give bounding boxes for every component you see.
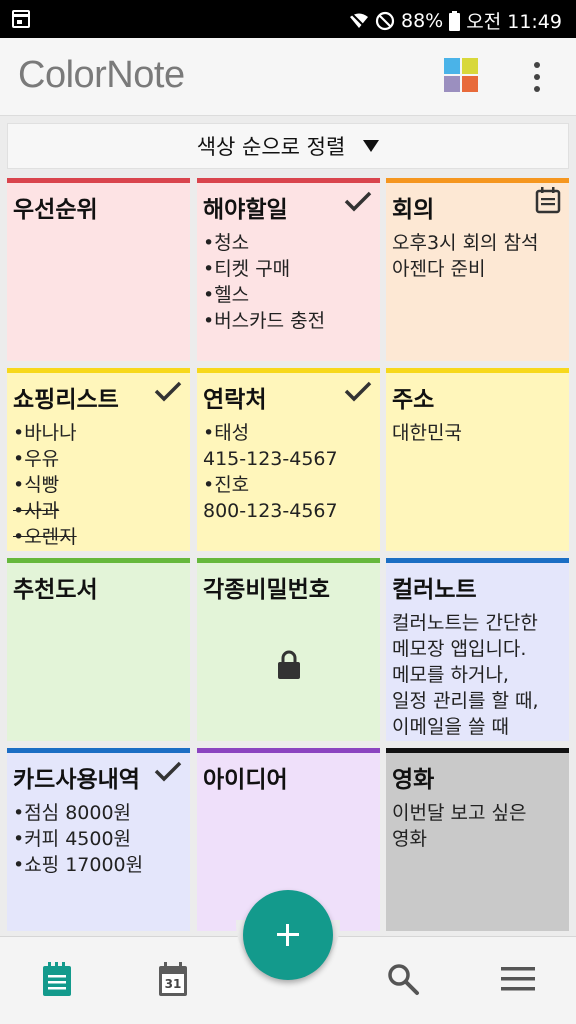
note-card[interactable]: 연락처 •태성 415-123-4567 •진호 800-123-4567 bbox=[197, 368, 380, 551]
calendar-icon[interactable]: 31 bbox=[157, 961, 189, 1001]
note-body: •태성 415-123-4567 •진호 800-123-4567 bbox=[197, 414, 380, 524]
note-card[interactable]: 주소대한민국 bbox=[386, 368, 569, 551]
note-line: •커피 4500원 bbox=[13, 828, 132, 850]
note-line: •오렌지 bbox=[13, 526, 77, 548]
note-line: •바나나 bbox=[13, 422, 77, 444]
note-line: 메모를 하거나, bbox=[392, 664, 509, 686]
note-card[interactable]: 카드사용내역 •점심 8000원 •커피 4500원 •쇼핑 17000원 bbox=[7, 748, 190, 931]
note-line: 영화 bbox=[392, 828, 427, 850]
calendar-day-label: 31 bbox=[164, 977, 182, 991]
note-line: 메모장 앱입니다. bbox=[392, 638, 527, 660]
status-bar: 88% 오전 11:49 bbox=[0, 0, 576, 38]
checked-icon bbox=[154, 760, 182, 786]
clock: 오전 11:49 bbox=[466, 11, 562, 33]
note-line: 800-123-4567 bbox=[203, 500, 338, 522]
do-not-disturb-icon bbox=[375, 11, 395, 31]
menu-icon[interactable] bbox=[501, 966, 535, 996]
calendar-notification-icon bbox=[12, 10, 30, 28]
note-card[interactable]: 쇼핑리스트 •바나나 •우유 •식빵 •사과 •오렌지 bbox=[7, 368, 190, 551]
sort-dropdown[interactable]: 색상 순으로 정렬 bbox=[7, 123, 569, 169]
note-title: 추천도서 bbox=[13, 577, 98, 603]
note-line: •식빵 bbox=[13, 474, 60, 496]
app-bar: ColorNote bbox=[0, 38, 576, 116]
note-line: •버스카드 충전 bbox=[203, 310, 326, 332]
note-card[interactable]: 영화 이번달 보고 싶은 영화 bbox=[386, 748, 569, 931]
note-body: 대한민국 bbox=[386, 414, 569, 446]
note-title: 컬러노트 bbox=[392, 577, 477, 603]
note-line: •점심 8000원 bbox=[13, 802, 132, 824]
note-line: 415-123-4567 bbox=[203, 448, 338, 470]
note-line: 일정 관리를 할 때, bbox=[392, 690, 539, 712]
note-line: 아젠다 준비 bbox=[392, 258, 486, 280]
note-title: 아이디어 bbox=[203, 767, 288, 793]
lock-icon bbox=[277, 650, 301, 680]
note-line: •태성 bbox=[203, 422, 250, 444]
note-body: 컬러노트는 간단한메모장 앱입니다. 메모를 하거나, 일정 관리를 할 때, 이메일… bbox=[386, 604, 569, 740]
battery-percent: 88% bbox=[401, 9, 444, 32]
note-line: •사과 bbox=[13, 500, 60, 522]
note-line: •티켓 구매 bbox=[203, 258, 291, 280]
dropdown-arrow-icon bbox=[363, 140, 380, 152]
note-line: •헬스 bbox=[203, 284, 250, 306]
note-body: 이번달 보고 싶은영화 bbox=[386, 794, 569, 852]
note-line: 대한민국 bbox=[392, 422, 462, 444]
add-note-button[interactable] bbox=[243, 890, 333, 980]
more-options-icon[interactable] bbox=[527, 60, 547, 94]
color-palette-icon[interactable] bbox=[444, 58, 478, 92]
note-body: 오후3시 회의 참석아젠다 준비 bbox=[386, 224, 569, 282]
wifi-icon bbox=[349, 11, 369, 30]
note-line: •우유 bbox=[13, 448, 60, 470]
note-line: 컬러노트는 간단한 bbox=[392, 612, 538, 634]
note-line: •쇼핑 17000원 bbox=[13, 854, 144, 876]
checked-icon bbox=[344, 190, 372, 216]
note-title: 주소 bbox=[392, 387, 435, 413]
note-card[interactable]: 해야할일 •청소 •티켓 구매 •헬스 •버스카드 충전 bbox=[197, 178, 380, 361]
reminder-calendar-icon bbox=[535, 186, 561, 218]
note-line: 이번달 보고 싶은 bbox=[392, 802, 527, 824]
note-card[interactable]: 각종비밀번호 bbox=[197, 558, 380, 741]
notes-list-icon[interactable] bbox=[41, 961, 73, 1001]
note-card[interactable]: 회의 오후3시 회의 참석 아젠다 준비 bbox=[386, 178, 569, 361]
note-body: •청소 •티켓 구매 •헬스 •버스카드 충전 bbox=[197, 224, 380, 334]
note-line: 오후3시 회의 참석 bbox=[392, 232, 539, 254]
note-line: 이메일을 쓸 때 bbox=[392, 716, 509, 738]
note-title: 영화 bbox=[392, 767, 435, 793]
note-card[interactable]: 추천도서 bbox=[7, 558, 190, 741]
checked-icon bbox=[154, 380, 182, 406]
note-card[interactable]: 우선순위 bbox=[7, 178, 190, 361]
note-title: 각종비밀번호 bbox=[203, 577, 330, 603]
app-logo: ColorNote bbox=[18, 54, 185, 96]
note-body: •바나나 •우유 •식빵 •사과 •오렌지 bbox=[7, 414, 190, 550]
battery-icon bbox=[449, 10, 461, 31]
note-line: •청소 bbox=[203, 232, 250, 254]
sort-label: 색상 순으로 정렬 bbox=[196, 135, 346, 159]
checked-icon bbox=[344, 380, 372, 406]
note-body: •점심 8000원 •커피 4500원 •쇼핑 17000원 bbox=[7, 794, 190, 878]
note-card[interactable]: 컬러노트컬러노트는 간단한메모장 앱입니다. 메모를 하거나, 일정 관리를 할 때… bbox=[386, 558, 569, 741]
note-line: •진호 bbox=[203, 474, 250, 496]
search-icon[interactable] bbox=[386, 962, 420, 1000]
note-title: 우선순위 bbox=[13, 197, 98, 223]
status-right: 88% 오전 11:49 bbox=[349, 7, 562, 34]
